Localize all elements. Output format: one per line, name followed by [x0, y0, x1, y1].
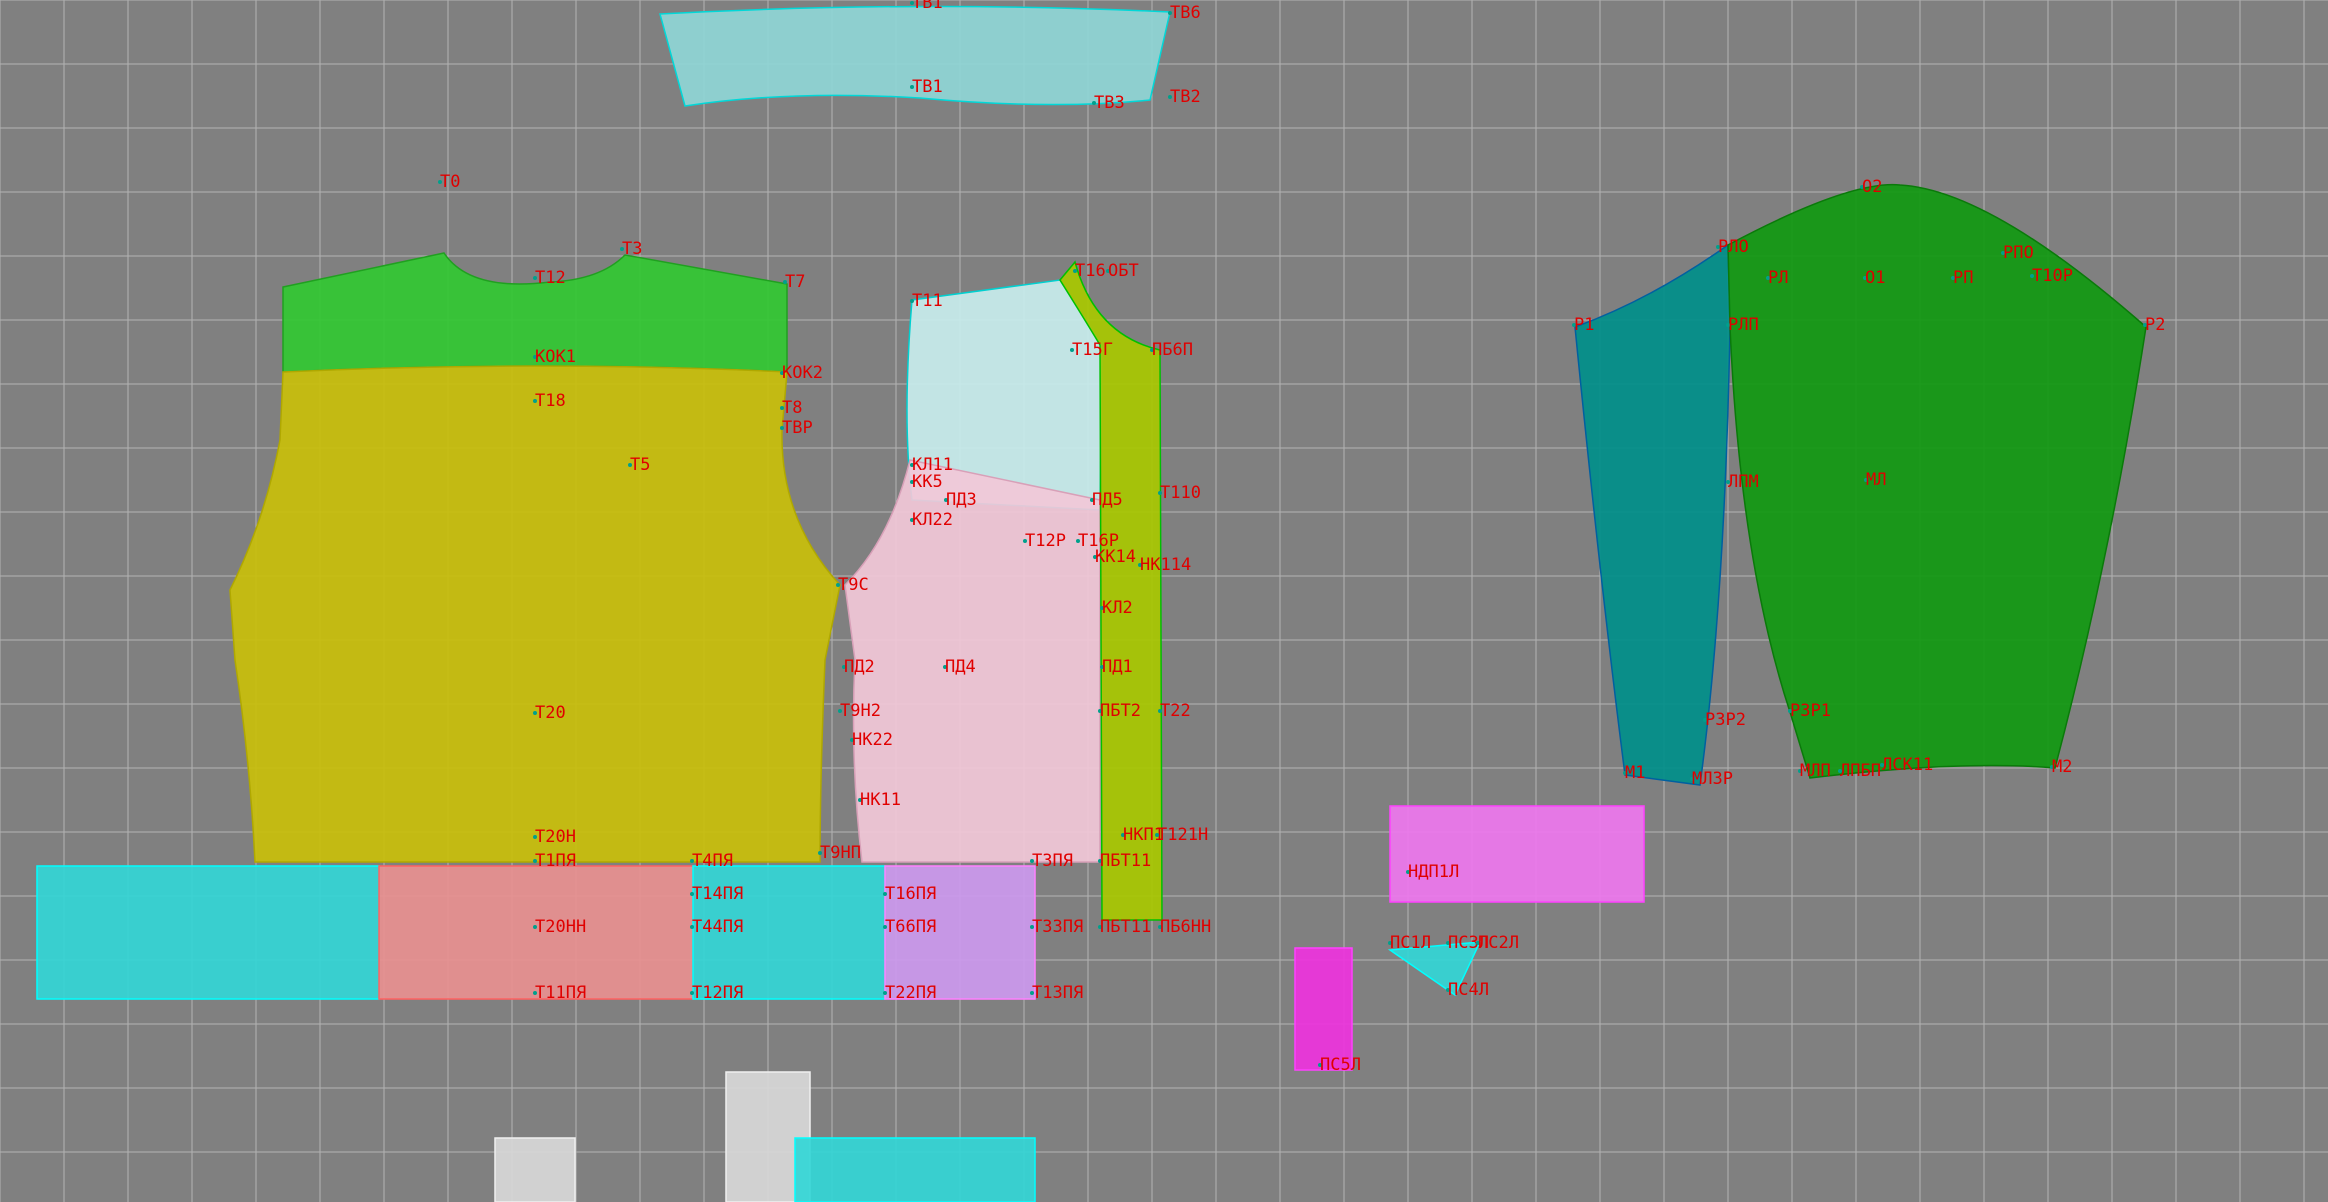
- cuff-cyan-left[interactable]: [36, 865, 380, 1000]
- point-label-waistband: ТВ2: [1170, 87, 1201, 107]
- point-label-bottom: ПБТ11: [1100, 917, 1151, 937]
- point-label-front: ПД1: [1102, 657, 1133, 677]
- point-label-back: Т20: [535, 703, 566, 723]
- point-label-front: НК114: [1140, 555, 1191, 575]
- point-label-front: НК22: [852, 730, 893, 750]
- point-label-sleeve: О1: [1865, 268, 1885, 288]
- facing-magenta-piece[interactable]: [1389, 805, 1645, 903]
- point-label-sleeve: О2: [1862, 177, 1882, 197]
- point-label-back: КОК1: [535, 347, 576, 367]
- point-label-sleeve: Р1: [1574, 315, 1594, 335]
- point-label-front: Т16: [1075, 261, 1106, 281]
- point-label-sleeve: ЛСК11: [1882, 755, 1933, 775]
- point-label-waistband: ТВ1: [912, 77, 943, 97]
- point-label-waistband: ТВ1: [912, 0, 943, 13]
- point-label-front: ПД4: [945, 657, 976, 677]
- point-label-small: ПС4Л: [1448, 980, 1489, 1000]
- point-label-back: Т8: [782, 398, 802, 418]
- point-label-small: ПС5Л: [1320, 1055, 1361, 1075]
- point-label-front: Т15Г: [1072, 340, 1113, 360]
- point-label-front: Т9Н2: [840, 701, 881, 721]
- point-label-bottom: Т44ПЯ: [692, 917, 743, 937]
- point-label-front: Т11: [912, 291, 943, 311]
- point-label-small: ПС1Л: [1390, 933, 1431, 953]
- point-label-waistband: ТВ6: [1170, 3, 1201, 23]
- point-label-front: ПД3: [946, 490, 977, 510]
- point-label-bottom: Т13ПЯ: [1032, 983, 1083, 1003]
- pattern-workspace[interactable]: ТВ1 ТВ6 ТВ1 ТВ3 ТВ2 Т0 Т12 Т3 Т7 КОК1 КОК2 Т18 Т8ТВР…: [0, 0, 2328, 1202]
- point-label-front: Т12Р: [1025, 531, 1066, 551]
- point-label-back: Т18: [535, 391, 566, 411]
- point-label-back: Т12: [535, 268, 566, 288]
- point-label-front: Т9НП: [820, 843, 861, 863]
- point-label-sleeve: МЛ: [1866, 470, 1886, 490]
- point-label-back: КОК2: [782, 363, 823, 383]
- point-label-bottom: Т16ПЯ: [885, 884, 936, 904]
- point-label-sleeve: РЛО: [1718, 237, 1749, 257]
- point-label-front: ПБТ2: [1100, 701, 1141, 721]
- sleeve-upper-piece[interactable]: [1727, 183, 2147, 779]
- point-label-sleeve: ЛПМ: [1728, 472, 1759, 492]
- point-label-sleeve: РЛП: [1728, 315, 1759, 335]
- point-label-back: Т3: [622, 239, 642, 259]
- point-label-back: Т7: [785, 272, 805, 292]
- point-label-bottom: Т66ПЯ: [885, 917, 936, 937]
- point-label-front: Т4ПЯ: [692, 851, 733, 871]
- point-label-front: Т121Н: [1157, 825, 1208, 845]
- point-label-sleeve: Р3Р1: [1790, 701, 1831, 721]
- point-label-front: НК11: [860, 790, 901, 810]
- point-label-front: ПБ6П: [1152, 340, 1193, 360]
- point-label-sleeve: Т10Р: [2032, 266, 2073, 286]
- small-magenta-strip[interactable]: [1294, 947, 1353, 1071]
- point-label-sleeve: ЛПБП: [1840, 761, 1881, 781]
- point-label-front: ПД5: [1092, 490, 1123, 510]
- point-label-small: НДП1Л: [1408, 862, 1459, 882]
- point-label-small: ПС2Л: [1478, 933, 1519, 953]
- point-label-sleeve: М1: [1625, 763, 1645, 783]
- point-label-front: КК5: [912, 472, 943, 492]
- point-label-bottom: Т14ПЯ: [692, 884, 743, 904]
- point-label-front: КЛ22: [912, 510, 953, 530]
- point-label-bottom: Т22ПЯ: [885, 983, 936, 1003]
- point-label-front: КЛ2: [1102, 598, 1133, 618]
- point-label-back: ТВР: [782, 418, 813, 438]
- point-label-front: Т9С: [838, 575, 869, 595]
- point-label-bottom: Т20НН: [535, 917, 586, 937]
- point-label-sleeve: РПО: [2003, 243, 2034, 263]
- cyan-rect-bottom[interactable]: [794, 1137, 1036, 1202]
- point-label-bottom: ПБ6НН: [1160, 917, 1211, 937]
- point-label-bottom: Т33ПЯ: [1032, 917, 1083, 937]
- back-body-piece[interactable]: [229, 365, 841, 863]
- point-label-sleeve: МЛЗР: [1692, 769, 1733, 789]
- point-label-front: Т22: [1160, 701, 1191, 721]
- point-label-back: Т20Н: [535, 827, 576, 847]
- point-label-front: Т3ПЯ: [1032, 851, 1073, 871]
- point-label-bottom: Т12ПЯ: [692, 983, 743, 1003]
- point-label-sleeve: Р3Р2: [1705, 710, 1746, 730]
- point-label-sleeve: РЛ: [1768, 268, 1788, 288]
- point-label-front: КК14: [1095, 547, 1136, 567]
- point-label-front: ПД2: [844, 657, 875, 677]
- point-label-back: Т0: [440, 172, 460, 192]
- point-label-sleeve: МЛП: [1800, 761, 1831, 781]
- point-label-front: Т110: [1160, 483, 1201, 503]
- point-label-back: Т1ПЯ: [535, 851, 576, 871]
- point-label-sleeve: М2: [2052, 757, 2072, 777]
- point-label-sleeve: РП: [1953, 268, 1973, 288]
- point-label-front: ПБТ11: [1100, 851, 1151, 871]
- point-label-waistband: ТВ3: [1094, 93, 1125, 113]
- white-rect-small[interactable]: [494, 1137, 576, 1202]
- point-label-front: ОБТ: [1108, 261, 1139, 281]
- point-label-back: Т5: [630, 455, 650, 475]
- point-label-sleeve: Р2: [2145, 315, 2165, 335]
- point-label-bottom: Т11ПЯ: [535, 983, 586, 1003]
